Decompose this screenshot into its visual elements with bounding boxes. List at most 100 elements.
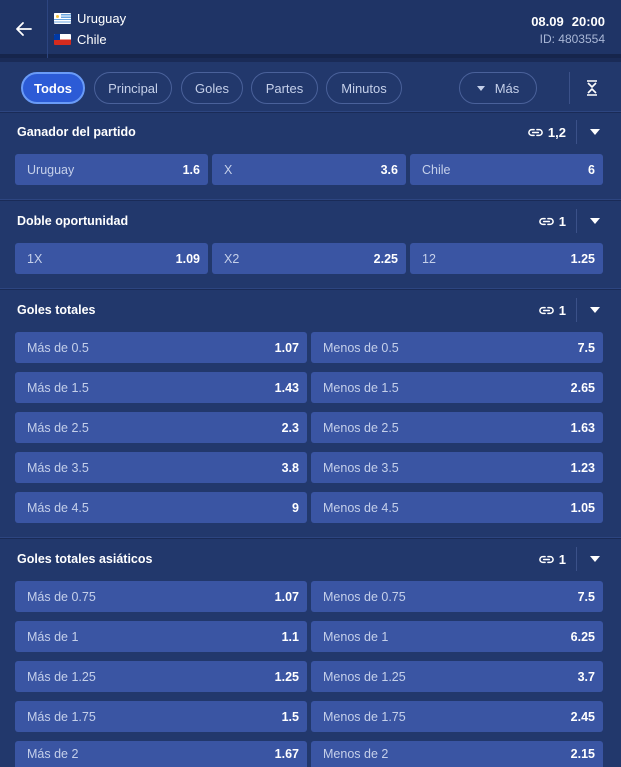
odd-value: 1.5 bbox=[281, 709, 299, 724]
tab-label: Todos bbox=[33, 80, 73, 96]
odd-label: Más de 1.25 bbox=[27, 669, 96, 684]
tab-label: Partes bbox=[265, 80, 304, 96]
odd-button[interactable]: Menos de 1.75 2.45 bbox=[311, 701, 603, 732]
tab-label: Goles bbox=[195, 80, 229, 96]
odd-value: 7.5 bbox=[577, 589, 595, 604]
chevron-down-icon bbox=[590, 556, 600, 562]
odd-button[interactable]: Menos de 1.5 2.65 bbox=[311, 372, 603, 403]
odd-button[interactable]: Más de 0.5 1.07 bbox=[15, 332, 307, 363]
chevron-down-icon bbox=[590, 129, 600, 135]
odd-label: Más de 2.5 bbox=[27, 420, 89, 435]
odd-value: 1.05 bbox=[570, 500, 595, 515]
match-date: 08.09 bbox=[531, 14, 564, 29]
odd-button[interactable]: Menos de 2 2.15 bbox=[311, 741, 603, 767]
odd-label: Más de 1 bbox=[27, 629, 79, 644]
odd-label: X2 bbox=[224, 251, 240, 266]
market-double-chance: Doble oportunidad 1 1X 1.09 X2 2.25 12 1.25 bbox=[0, 201, 621, 289]
odd-button[interactable]: Más de 3.5 3.8 bbox=[15, 452, 307, 483]
linked-markets[interactable]: 1 bbox=[538, 547, 577, 571]
more-label: Más bbox=[494, 80, 520, 96]
tab-label: Principal bbox=[108, 80, 158, 96]
odd-value: 1.6 bbox=[182, 162, 200, 177]
team-away-name: Chile bbox=[77, 32, 107, 47]
more-dropdown[interactable]: Más bbox=[459, 72, 537, 104]
odd-button[interactable]: 1X 1.09 bbox=[15, 243, 208, 274]
odd-button[interactable]: Menos de 1.25 3.7 bbox=[311, 661, 603, 692]
collapse-icon bbox=[586, 80, 597, 96]
odd-button[interactable]: Uruguay 1.6 bbox=[15, 154, 208, 185]
odd-value: 1.07 bbox=[274, 340, 299, 355]
tab-partes[interactable]: Partes bbox=[251, 72, 318, 104]
odd-button[interactable]: X 3.6 bbox=[212, 154, 406, 185]
expand-toggle[interactable] bbox=[577, 556, 613, 562]
expand-toggle[interactable] bbox=[577, 307, 613, 313]
odd-value: 7.5 bbox=[577, 340, 595, 355]
expand-toggle[interactable] bbox=[577, 218, 613, 224]
odd-value: 2.45 bbox=[570, 709, 595, 724]
odd-value: 3.6 bbox=[380, 162, 398, 177]
linked-count: 1 bbox=[558, 551, 566, 567]
market-title: Ganador del partido bbox=[17, 125, 136, 139]
odd-label: Menos de 2.5 bbox=[323, 420, 399, 435]
tab-todos[interactable]: Todos bbox=[21, 72, 85, 104]
linked-markets[interactable]: 1 bbox=[538, 298, 577, 322]
odd-label: Menos de 4.5 bbox=[323, 500, 399, 515]
odd-label: Menos de 1.5 bbox=[323, 380, 399, 395]
odd-label: Más de 3.5 bbox=[27, 460, 89, 475]
match-meta: 08.09 20:00 ID: 4803554 bbox=[531, 14, 605, 46]
arrow-left-icon bbox=[15, 22, 32, 36]
odd-button[interactable]: Más de 1.75 1.5 bbox=[15, 701, 307, 732]
odd-value: 1.09 bbox=[175, 251, 200, 266]
expand-toggle[interactable] bbox=[577, 129, 613, 135]
odd-button[interactable]: Menos de 4.5 1.05 bbox=[311, 492, 603, 523]
odd-button[interactable]: Menos de 0.5 7.5 bbox=[311, 332, 603, 363]
odd-button[interactable]: Más de 1.25 1.25 bbox=[15, 661, 307, 692]
tab-goles[interactable]: Goles bbox=[181, 72, 243, 104]
odd-button[interactable]: Más de 2 1.67 bbox=[15, 741, 307, 767]
odd-label: Más de 2 bbox=[27, 747, 79, 761]
odd-button[interactable]: Menos de 1 6.25 bbox=[311, 621, 603, 652]
odd-button[interactable]: Más de 2.5 2.3 bbox=[15, 412, 307, 443]
odd-button[interactable]: Más de 0.75 1.07 bbox=[15, 581, 307, 612]
market-title: Doble oportunidad bbox=[17, 214, 129, 228]
linked-markets[interactable]: 1,2 bbox=[527, 120, 577, 144]
tab-principal[interactable]: Principal bbox=[94, 72, 172, 104]
odd-value: 2.25 bbox=[373, 251, 398, 266]
link-icon bbox=[528, 128, 543, 136]
odd-button[interactable]: Más de 4.5 9 bbox=[15, 492, 307, 523]
odd-label: Menos de 1.75 bbox=[323, 709, 406, 724]
chevron-down-icon bbox=[590, 307, 600, 313]
odd-button[interactable]: Chile 6 bbox=[410, 154, 603, 185]
odd-button[interactable]: Más de 1.5 1.43 bbox=[15, 372, 307, 403]
link-icon bbox=[538, 555, 554, 563]
odd-button[interactable]: X2 2.25 bbox=[212, 243, 406, 274]
odd-label: X bbox=[224, 162, 233, 177]
odd-button[interactable]: Menos de 0.75 7.5 bbox=[311, 581, 603, 612]
market-total-goals: Goles totales 1 Más de 0.5 1.07 Menos de … bbox=[0, 290, 621, 538]
odd-value: 1.25 bbox=[570, 251, 595, 266]
linked-count: 1 bbox=[558, 213, 566, 229]
odd-value: 1.23 bbox=[570, 460, 595, 475]
odd-button[interactable]: Menos de 3.5 1.23 bbox=[311, 452, 603, 483]
tab-minutos[interactable]: Minutos bbox=[326, 72, 402, 104]
linked-markets[interactable]: 1 bbox=[538, 209, 577, 233]
collapse-all-button[interactable] bbox=[569, 72, 613, 104]
match-header: Uruguay Chile 08.09 20:00 ID: 4803554 bbox=[0, 0, 621, 58]
odd-value: 1.1 bbox=[281, 629, 299, 644]
odd-label: Uruguay bbox=[27, 162, 75, 177]
link-icon bbox=[538, 217, 554, 225]
odd-button[interactable]: Más de 1 1.1 bbox=[15, 621, 307, 652]
back-button[interactable] bbox=[0, 0, 48, 58]
match-time: 20:00 bbox=[571, 14, 605, 29]
market-match-winner: Ganador del partido 1,2 Uruguay 1.6 X 3.6 … bbox=[0, 113, 621, 200]
odd-value: 6 bbox=[588, 162, 595, 177]
odd-label: Menos de 0.75 bbox=[323, 589, 406, 604]
odd-button[interactable]: Menos de 2.5 1.63 bbox=[311, 412, 603, 443]
odd-label: Más de 1.5 bbox=[27, 380, 89, 395]
odd-label: Menos de 3.5 bbox=[323, 460, 399, 475]
teams: Uruguay Chile bbox=[54, 8, 126, 50]
chevron-down-icon bbox=[590, 218, 600, 224]
caret-down-icon bbox=[476, 85, 485, 91]
odd-button[interactable]: 12 1.25 bbox=[410, 243, 603, 274]
odd-value: 1.07 bbox=[274, 589, 299, 604]
